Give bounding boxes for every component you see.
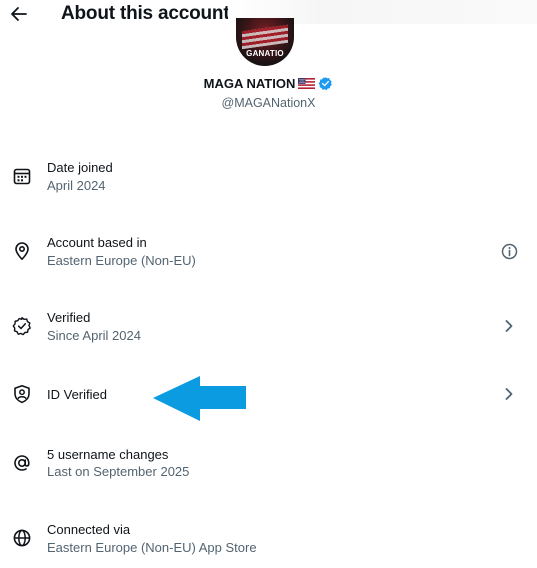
avatar[interactable]: GANATIO [236, 18, 294, 66]
row-label: Account based in [47, 235, 147, 250]
row-value: Eastern Europe (Non-EU) App Store [47, 540, 257, 555]
display-name-row: MAGA NATION [0, 76, 537, 91]
row-username-changes: 5 username changes Last on September 202… [0, 439, 537, 495]
verified-badge-icon[interactable] [318, 76, 333, 91]
row-value: Since April 2024 [47, 328, 141, 343]
chevron-right-icon[interactable] [500, 385, 518, 403]
display-name: MAGA NATION [203, 76, 296, 91]
row-connected-via: Connected via Eastern Europe (Non-EU) Ap… [0, 514, 537, 568]
info-icon[interactable] [500, 242, 518, 260]
blue-arrow-left-icon [153, 376, 246, 421]
page-title: About this account [61, 3, 230, 24]
row-label: ID Verified [47, 387, 107, 402]
row-value: April 2024 [47, 178, 106, 193]
at-sign-icon [11, 452, 33, 474]
row-verified[interactable]: Verified Since April 2024 [0, 302, 537, 358]
avatar-flag-graphic [242, 24, 288, 50]
row-value: Last on September 2025 [47, 464, 190, 479]
about-account-page: About this account GANATIO MAGA NATION @… [0, 0, 537, 568]
id-shield-icon [11, 383, 33, 405]
row-label: Verified [47, 310, 91, 325]
us-flag-icon [298, 78, 316, 89]
row-label: Connected via [47, 522, 131, 537]
row-account-based-in: Account based in Eastern Europe (Non-EU) [0, 227, 537, 283]
handle: @MAGANationX [221, 96, 316, 110]
chevron-right-icon[interactable] [500, 317, 518, 335]
verified-check-icon [11, 315, 33, 337]
row-date-joined: Date joined April 2024 [0, 152, 537, 208]
back-button[interactable] [6, 2, 32, 26]
row-label: 5 username changes [47, 447, 169, 462]
location-pin-icon [11, 240, 33, 262]
avatar-text: GANATIO [246, 49, 284, 58]
row-label: Date joined [47, 160, 113, 175]
calendar-icon [11, 165, 33, 187]
row-id-verified[interactable]: ID Verified [0, 366, 537, 422]
arrow-left-icon [11, 7, 27, 21]
row-value: Eastern Europe (Non-EU) [47, 253, 196, 268]
globe-icon [11, 527, 33, 549]
